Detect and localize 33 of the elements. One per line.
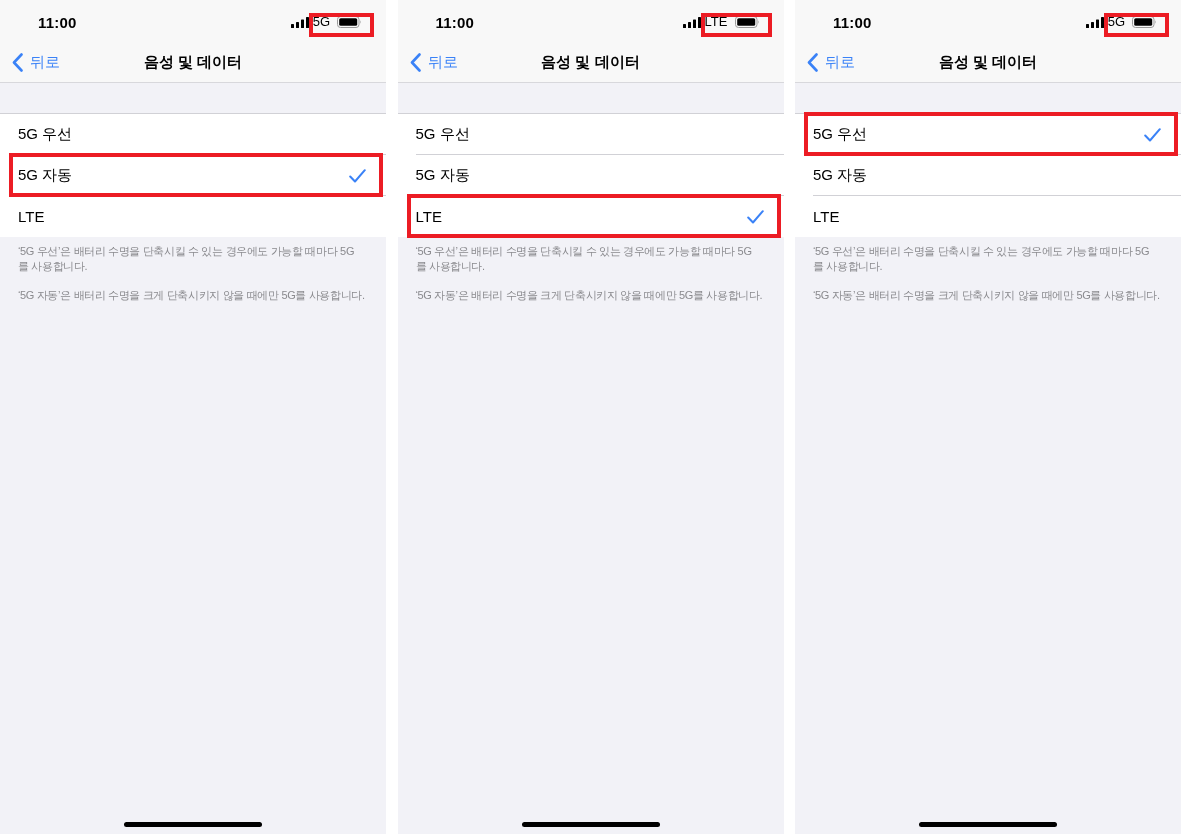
chevron-left-icon [12, 52, 23, 72]
option-row[interactable]: 5G 우선 [0, 114, 386, 155]
battery-icon [337, 16, 362, 28]
option-row[interactable]: 5G 우선 [795, 114, 1181, 155]
status-time: 11:00 [435, 13, 475, 31]
footer-note: ‘5G 우선’은 배터리 수명을 단축시킬 수 있는 경우에도 가능할 때마다 5G를 사용합니다. [813, 244, 1151, 274]
network-type-label: LTE [704, 15, 728, 29]
footer-note: ‘5G 우선’은 배터리 수명을 단축시킬 수 있는 경우에도 가능할 때마다 5G를 사용합니다. [18, 244, 356, 274]
screen-title: 음성 및 데이터 [143, 52, 243, 72]
option-row[interactable]: LTE [795, 196, 1181, 237]
signal-bars-icon [682, 16, 701, 28]
network-type-label: 5G [312, 15, 330, 29]
network-type-label: 5G [1107, 15, 1125, 29]
battery-icon [734, 16, 760, 28]
battery-icon [1132, 16, 1157, 28]
chevron-left-icon [807, 52, 818, 72]
screen-title: 음성 및 데이터 [541, 52, 640, 72]
option-row[interactable]: LTE [397, 196, 784, 237]
option-row[interactable]: 5G 자동 [0, 155, 386, 196]
option-row[interactable]: 5G 우선 [397, 114, 784, 155]
footer-note: ‘5G 우선’은 배터리 수명을 단축시킬 수 있는 경우에도 가능할 때마다 5G를 사용합니다. [415, 244, 753, 274]
option-row[interactable]: LTE [0, 196, 386, 237]
footer-note: ‘5G 자동’은 배터리 수명을 크게 단축시키지 않을 때에만 5G를 사용합니다. [813, 288, 1160, 303]
signal-bars-icon [1085, 16, 1104, 28]
footer-note: ‘5G 자동’은 배터리 수명을 크게 단축시키지 않을 때에만 5G를 사용합니다. [18, 288, 365, 303]
screen-title: 음성 및 데이터 [938, 52, 1038, 72]
option-row[interactable]: 5G 자동 [795, 155, 1181, 196]
signal-bars-icon [290, 16, 309, 28]
option-row[interactable]: 5G 자동 [397, 155, 784, 196]
status-time: 11:00 [38, 13, 77, 31]
chevron-left-icon [409, 52, 421, 72]
status-time: 11:00 [833, 13, 872, 31]
footer-note: ‘5G 자동’은 배터리 수명을 크게 단축시키지 않을 때에만 5G를 사용합니다. [415, 288, 763, 303]
